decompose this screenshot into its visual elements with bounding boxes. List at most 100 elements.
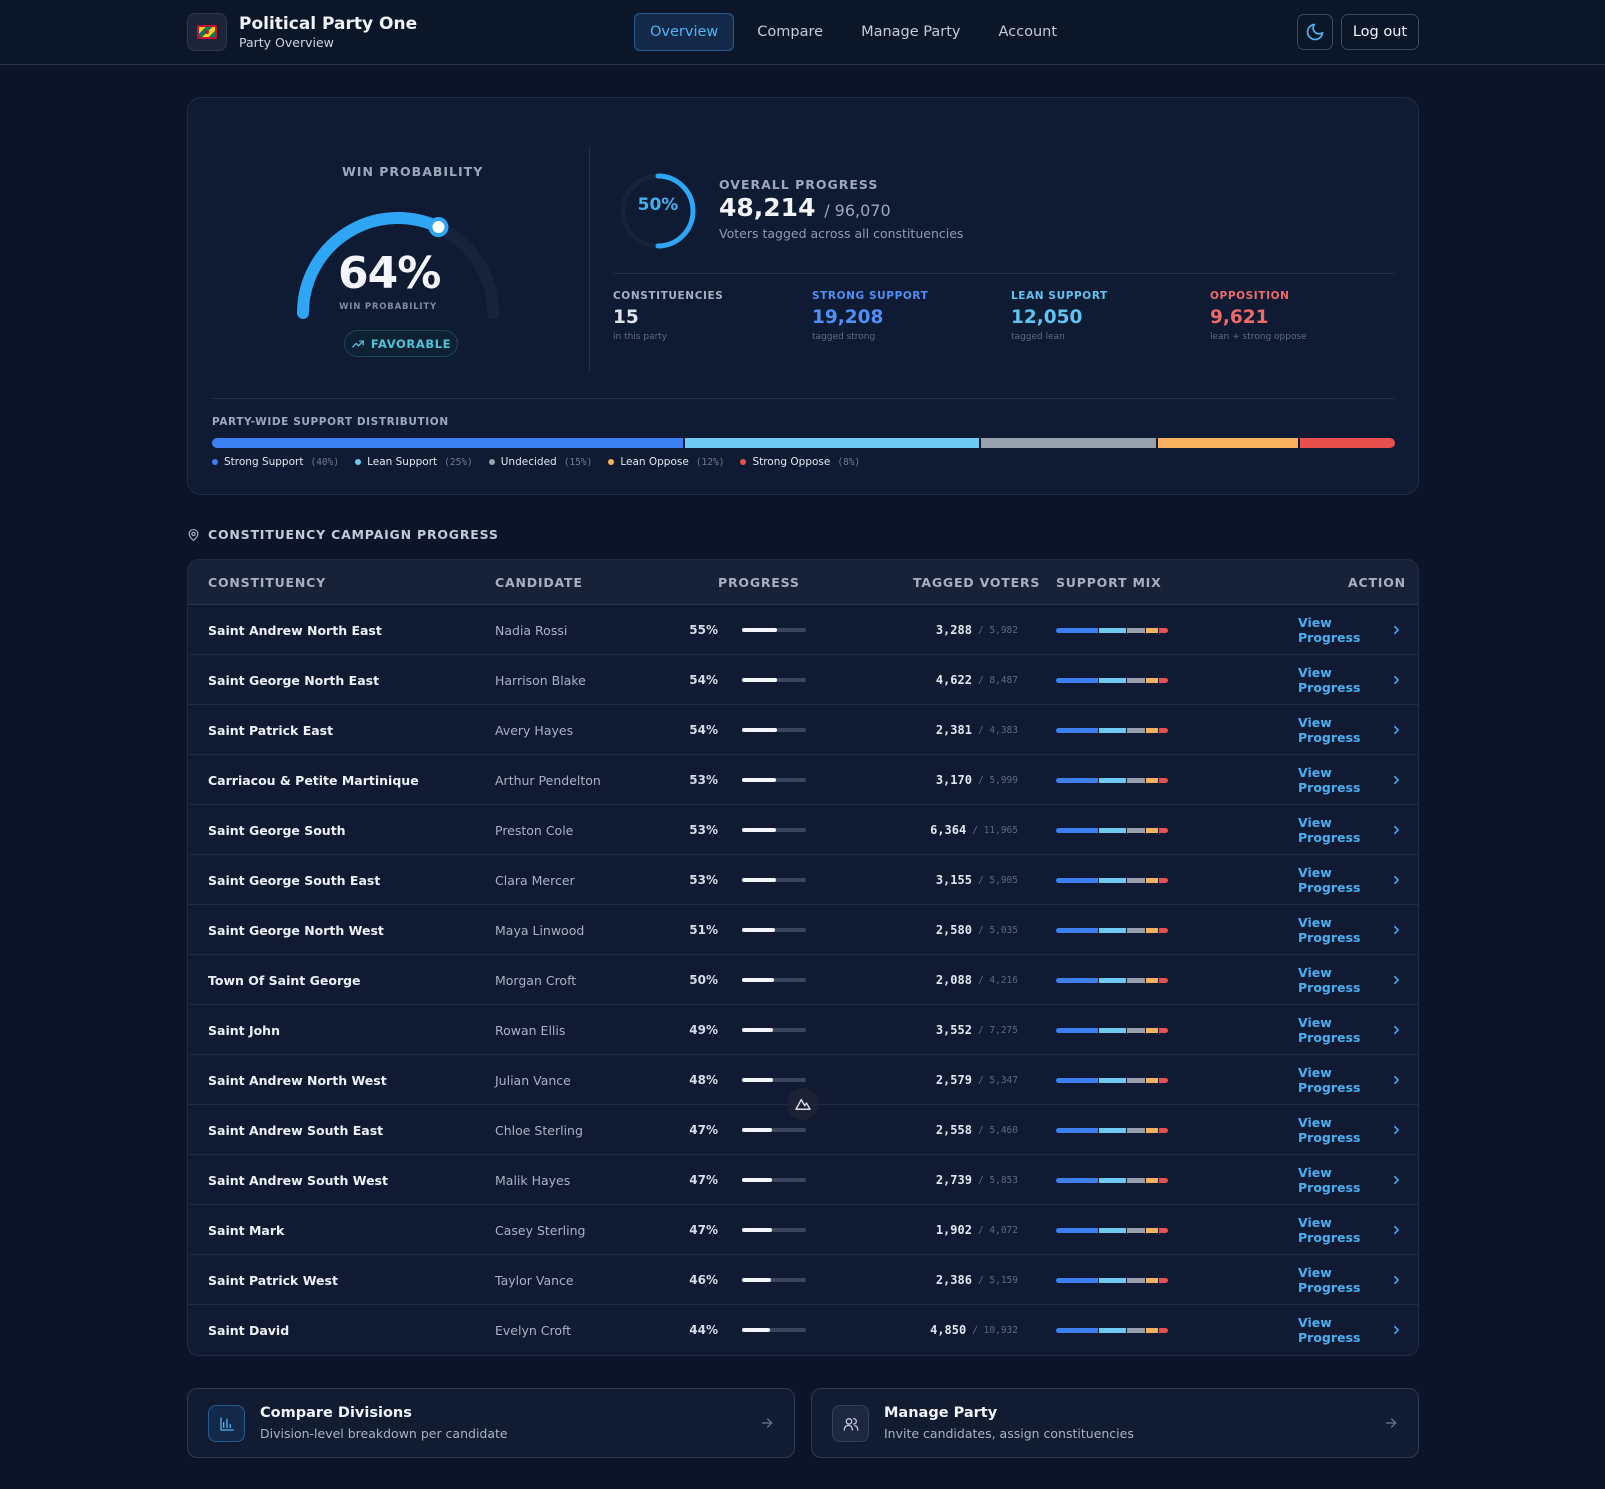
divider (589, 146, 590, 372)
progress-percent: 50% (689, 973, 718, 987)
support-mix-segment (1098, 627, 1127, 633)
candidate-name: Preston Cole (495, 822, 574, 838)
view-progress-link[interactable]: View Progress (1298, 1305, 1400, 1355)
constituency-name: Saint George South East (208, 872, 381, 888)
column-header-candidate[interactable]: CANDIDATE (495, 575, 583, 590)
support-mix (1056, 855, 1168, 905)
support-mix-segment (1056, 1277, 1099, 1283)
support-mix-segment (1159, 1127, 1168, 1133)
favorable-badge: FAVORABLE (344, 330, 458, 357)
view-progress-link[interactable]: View Progress (1298, 855, 1400, 905)
table-row: Saint George South Preston Cole 53% 6,36… (188, 805, 1418, 855)
favorable-badge-label: FAVORABLE (370, 336, 452, 351)
support-mix-segment (1056, 627, 1099, 633)
view-progress-link[interactable]: View Progress (1298, 1055, 1400, 1105)
progress-percent: 53% (689, 823, 718, 837)
nav-overview[interactable]: Overview (634, 13, 735, 51)
logout-button[interactable]: Log out (1341, 14, 1419, 50)
support-mix-segment (1098, 927, 1127, 933)
table-row: Town Of Saint George Morgan Croft 50% 2,… (188, 955, 1418, 1005)
view-progress-link[interactable]: View Progress (1298, 755, 1400, 805)
total-count: / 96,070 (824, 201, 891, 220)
view-progress-link[interactable]: View Progress (1298, 905, 1400, 955)
progress-percent: 53% (689, 873, 718, 887)
view-progress-label: View Progress (1298, 915, 1361, 945)
view-progress-link[interactable]: View Progress (1298, 1155, 1400, 1205)
table-row: Saint Andrew North East Nadia Rossi 55% … (188, 605, 1418, 655)
tagged-voters: 3,155 / 5,905 (868, 855, 1018, 905)
distribution-segment (212, 438, 686, 448)
view-progress-link[interactable]: View Progress (1298, 605, 1400, 655)
nav-compare[interactable]: Compare (742, 13, 838, 51)
progress-bar-fill (742, 678, 777, 682)
support-mix-segment (1159, 777, 1168, 783)
constituency-name: Saint David (208, 1322, 290, 1338)
support-mix-segment (1098, 1227, 1127, 1233)
support-mix (1056, 905, 1168, 955)
party-title: Political Party One (239, 13, 418, 34)
support-mix-segment (1145, 677, 1160, 683)
total-voters: / 4,072 (977, 1224, 1018, 1236)
constituency-name: Saint Andrew North East (208, 622, 382, 638)
stat-lean-support: LEAN SUPPORT 12,050 tagged lean (1011, 290, 1201, 342)
nav-manage-party[interactable]: Manage Party (846, 13, 975, 51)
view-progress-label: View Progress (1298, 815, 1361, 845)
column-header-constituency[interactable]: CONSTITUENCY (208, 575, 326, 590)
tagged-voters: 1,902 / 4,072 (868, 1205, 1018, 1255)
constituency-name: Saint Patrick East (208, 722, 334, 738)
candidate-name: Morgan Croft (495, 972, 577, 988)
view-progress-link[interactable]: View Progress (1298, 1005, 1400, 1055)
constituency-name: Saint George South (208, 822, 346, 838)
stat-value: 9,621 (1210, 307, 1269, 328)
total-voters: / 4,216 (977, 974, 1018, 986)
manage-party-card[interactable]: Manage Party Invite candidates, assign c… (811, 1388, 1419, 1458)
compare-divisions-card[interactable]: Compare Divisions Division-level breakdo… (187, 1388, 795, 1458)
chevron-right-icon (1394, 925, 1399, 935)
progress-percent: 44% (689, 1323, 718, 1337)
view-progress-link[interactable]: View Progress (1298, 805, 1400, 855)
column-header-progress[interactable]: PROGRESS (718, 575, 800, 590)
candidate-name: Harrison Blake (495, 672, 586, 688)
view-progress-link[interactable]: View Progress (1298, 1205, 1400, 1255)
support-mix-segment (1056, 927, 1099, 933)
support-mix (1056, 1205, 1168, 1255)
stat-opposition: OPPOSITION 9,621 lean + strong oppose (1210, 290, 1400, 342)
moon-icon (1306, 23, 1324, 41)
constituency-name: Saint Andrew South East (208, 1122, 384, 1138)
support-mix-segment (1145, 927, 1160, 933)
support-mix-bar (1056, 677, 1168, 683)
support-mix-segment (1159, 1327, 1168, 1333)
support-mix (1056, 1255, 1168, 1305)
total-voters: / 5,460 (977, 1124, 1018, 1136)
theme-toggle-button[interactable] (1297, 14, 1333, 50)
support-mix (1056, 1305, 1168, 1355)
legend-item: Lean Oppose (12%) (608, 456, 724, 468)
view-progress-link[interactable]: View Progress (1298, 705, 1400, 755)
view-progress-label: View Progress (1298, 665, 1361, 695)
column-header-tagged-voters[interactable]: TAGGED VOTERS (913, 575, 1040, 590)
view-progress-label: View Progress (1298, 1065, 1361, 1095)
brand[interactable]: Political Party One Party Overview (187, 13, 417, 51)
overall-progress-label: OVERALL PROGRESS (719, 177, 879, 192)
candidate-name: Evelyn Croft (495, 1322, 572, 1338)
view-progress-link[interactable]: View Progress (1298, 655, 1400, 705)
legend-percent: (12%) (695, 456, 725, 468)
constituency-name: Saint George North West (208, 922, 384, 938)
summary-card: WIN PROBABILITY 64% WIN PROBABILITY FAVO… (187, 97, 1419, 495)
stat-note: tagged lean (1011, 332, 1065, 342)
tagged-voters: 2,558 / 5,460 (868, 1105, 1018, 1155)
view-progress-link[interactable]: View Progress (1298, 955, 1400, 1005)
support-mix-segment (1056, 677, 1099, 683)
arrow-right-icon (1385, 1418, 1397, 1428)
tagged-voters: 3,288 / 5,982 (868, 605, 1018, 655)
support-mix (1056, 805, 1168, 855)
nav-account[interactable]: Account (983, 13, 1072, 51)
dev-tools-logo-icon[interactable] (787, 1088, 819, 1120)
legend-dot (740, 459, 747, 465)
support-mix-segment (1056, 1077, 1099, 1083)
support-mix (1056, 1105, 1168, 1155)
progress-bar-fill (742, 778, 776, 782)
view-progress-link[interactable]: View Progress (1298, 1255, 1400, 1305)
view-progress-link[interactable]: View Progress (1298, 1105, 1400, 1155)
column-header-support-mix: SUPPORT MIX (1056, 575, 1162, 590)
